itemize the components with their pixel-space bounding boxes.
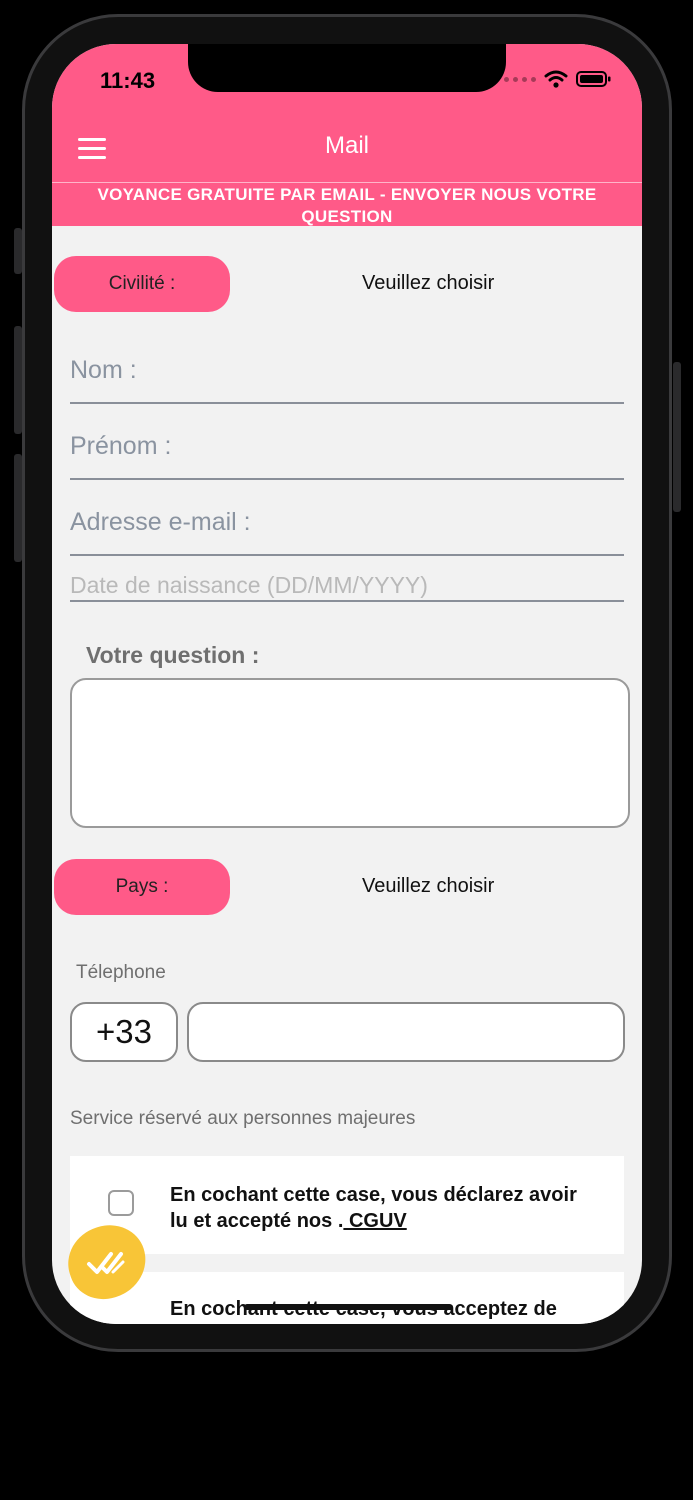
device-mute-switch: [14, 228, 22, 274]
device-volume-down: [14, 454, 22, 562]
majors-notice: Service réservé aux personnes majeures: [70, 1108, 416, 1129]
birthdate-field[interactable]: Date de naissance (DD/MM/YYYY): [70, 572, 624, 602]
email-placeholder: Adresse e-mail :: [70, 508, 251, 536]
signal-dots-icon: [504, 76, 536, 82]
country-code-value: +33: [96, 1013, 152, 1050]
app-screen: 11:43 Mail VOYANCE GRATUITE PAR EMAIL - …: [52, 44, 642, 1324]
header-divider: [52, 182, 642, 183]
home-indicator[interactable]: [244, 1304, 452, 1310]
double-check-icon: [87, 1252, 125, 1274]
civility-select[interactable]: Veuillez choisir: [362, 272, 494, 295]
cguv-consent-card: En cochant cette case, vous déclarez avo…: [70, 1156, 624, 1254]
question-label: Votre question :: [86, 642, 260, 668]
country-button[interactable]: Pays :: [54, 859, 230, 915]
country-label: Pays :: [115, 876, 169, 897]
wifi-icon: [544, 70, 568, 88]
email-field[interactable]: Adresse e-mail :: [70, 508, 624, 556]
country-code-field[interactable]: +33: [70, 1002, 178, 1062]
birthdate-placeholder: Date de naissance (DD/MM/YYYY): [70, 572, 428, 598]
consent-card-2: En cochant cette case, vous acceptez de: [70, 1272, 624, 1324]
page-title: Mail: [324, 132, 369, 159]
question-textarea[interactable]: [70, 678, 630, 828]
cguv-link[interactable]: CGUV: [343, 1210, 407, 1232]
telephone-label: Télephone: [76, 962, 166, 983]
nom-placeholder: Nom :: [70, 356, 137, 384]
country-select[interactable]: Veuillez choisir: [362, 875, 494, 898]
nom-field[interactable]: Nom :: [70, 356, 624, 404]
prenom-field[interactable]: Prénom :: [70, 432, 624, 480]
civility-label: Civilité :: [108, 273, 176, 294]
cguv-checkbox[interactable]: [108, 1190, 134, 1216]
device-notch: [188, 44, 506, 92]
civility-button[interactable]: Civilité :: [54, 256, 230, 312]
cguv-text: En cochant cette case, vous déclarez avo…: [170, 1182, 590, 1234]
battery-icon: [576, 71, 611, 87]
device-power-button: [673, 362, 681, 512]
app-header: 11:43 Mail VOYANCE GRATUITE PAR EMAIL - …: [52, 44, 642, 226]
status-icons: [504, 70, 612, 88]
telephone-input[interactable]: [187, 1002, 625, 1062]
prenom-placeholder: Prénom :: [70, 432, 172, 460]
header-banner: VOYANCE GRATUITE PAR EMAIL - ENVOYER NOU…: [97, 185, 597, 226]
device-volume-up: [14, 326, 22, 434]
status-time: 11:43: [100, 68, 156, 93]
